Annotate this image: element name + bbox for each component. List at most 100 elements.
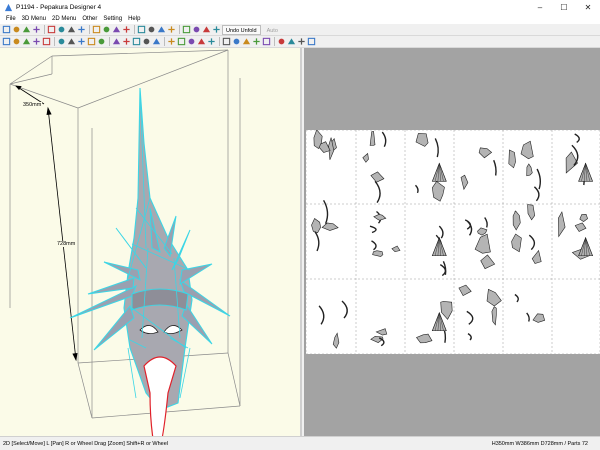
cube-icon[interactable] [67,37,76,46]
undo-unfold-button[interactable]: Undo Unfold [222,24,261,35]
unfolded-strip[interactable] [434,138,439,158]
texture-icon[interactable] [77,25,86,34]
fit-icon[interactable] [287,37,296,46]
unfolded-strip[interactable] [438,225,444,239]
unfolded-strip[interactable] [528,234,536,251]
unfolded-part[interactable] [558,211,566,238]
align-left-icon[interactable] [222,37,231,46]
auto-button[interactable]: Auto [263,25,282,35]
unfolded-part[interactable] [526,163,533,177]
unfolded-part[interactable] [440,301,453,320]
menu-3d[interactable]: 3D Menu [19,14,49,24]
unfolded-part[interactable] [578,236,594,257]
unfolded-part[interactable] [532,313,546,323]
unfolded-part[interactable] [431,236,447,257]
unfolded-part[interactable] [491,306,497,326]
tab-icon[interactable] [177,37,186,46]
unfolded-part[interactable] [480,254,496,270]
unfolded-strip[interactable] [467,333,472,341]
unfolded-part[interactable] [375,328,388,336]
mirror-icon[interactable] [122,37,131,46]
unfolded-strip[interactable] [484,217,488,228]
align-right-icon[interactable] [242,37,251,46]
page-icon[interactable] [262,37,271,46]
rotate-icon[interactable] [57,25,66,34]
3d-model-canvas[interactable] [0,48,302,436]
unfolded-strip[interactable] [314,231,320,252]
pdf-icon[interactable] [122,25,131,34]
menu-other[interactable]: Other [79,14,100,24]
unfolded-strip[interactable] [381,131,387,148]
view-single-icon[interactable] [212,25,221,34]
save-icon[interactable] [12,25,21,34]
lock-icon[interactable] [207,37,216,46]
unfolded-part[interactable] [579,214,588,222]
unfolded-part[interactable] [460,174,469,191]
unfolded-strip[interactable] [374,180,381,203]
grid-icon[interactable] [97,37,106,46]
unfolded-part[interactable] [574,222,587,232]
unfolded-part[interactable] [477,227,488,236]
unfolded-part[interactable] [486,288,502,307]
unfolded-strip[interactable] [514,293,519,303]
unfolded-part[interactable] [431,180,445,202]
menu-2d[interactable]: 2D Menu [49,14,79,24]
zoom-icon[interactable] [67,25,76,34]
export-icon[interactable] [307,37,316,46]
join-icon[interactable] [157,25,166,34]
unfolded-part[interactable] [531,249,542,264]
full-icon[interactable] [297,37,306,46]
arrange-icon[interactable] [252,37,261,46]
unfolded-part[interactable] [508,149,516,169]
unfolded-strip[interactable] [369,225,377,234]
unfolded-parts-canvas[interactable] [305,129,600,355]
part-icon[interactable] [132,37,141,46]
unfolded-part[interactable] [527,204,536,221]
unfolded-part[interactable] [431,162,447,182]
group-icon[interactable] [167,37,176,46]
menu-help[interactable]: Help [125,14,143,24]
open-icon[interactable] [2,25,11,34]
scale-icon[interactable] [197,37,206,46]
minimize-button[interactable]: – [528,0,552,14]
paste-icon[interactable] [147,25,156,34]
unfolded-strip[interactable] [526,312,530,322]
unfolded-part[interactable] [416,333,433,344]
unfolded-part[interactable] [512,210,521,231]
join-page-icon[interactable] [277,37,286,46]
label-icon[interactable] [187,37,196,46]
frame-icon[interactable] [192,25,201,34]
menu-file[interactable]: File [3,14,19,24]
align-center-icon[interactable] [232,37,241,46]
unfolded-part[interactable] [520,140,534,160]
split-icon[interactable] [182,25,191,34]
shape-icon[interactable] [77,37,86,46]
unfolded-strip[interactable] [533,186,540,202]
unfolded-part[interactable] [458,284,472,297]
unfolded-strip[interactable] [341,300,348,319]
unfolded-part[interactable] [478,147,493,159]
select-icon[interactable] [32,25,41,34]
close-button[interactable]: ✕ [576,0,600,14]
unfolded-part[interactable] [370,171,385,183]
zoom-3d-icon[interactable] [12,37,21,46]
view-split-icon[interactable] [202,25,211,34]
print-icon[interactable] [22,25,31,34]
unfolded-strip[interactable] [574,133,580,143]
plane-icon[interactable] [87,37,96,46]
line-icon[interactable] [42,37,51,46]
unfolded-strip[interactable] [466,310,474,325]
unfolded-part[interactable] [391,245,401,253]
unfolded-part[interactable] [511,233,522,253]
unfolded-strip[interactable] [536,168,542,190]
unfolded-strip[interactable] [318,305,325,325]
unfolded-part[interactable] [474,233,491,254]
unfolded-part[interactable] [362,152,369,163]
flip-icon[interactable] [152,37,161,46]
unfolded-strip[interactable] [414,184,419,194]
unfolded-strip[interactable] [493,159,497,176]
unfolded-part[interactable] [369,131,376,146]
draw-icon[interactable] [32,37,41,46]
move-icon[interactable] [47,25,56,34]
paper-sheet[interactable] [305,129,600,355]
